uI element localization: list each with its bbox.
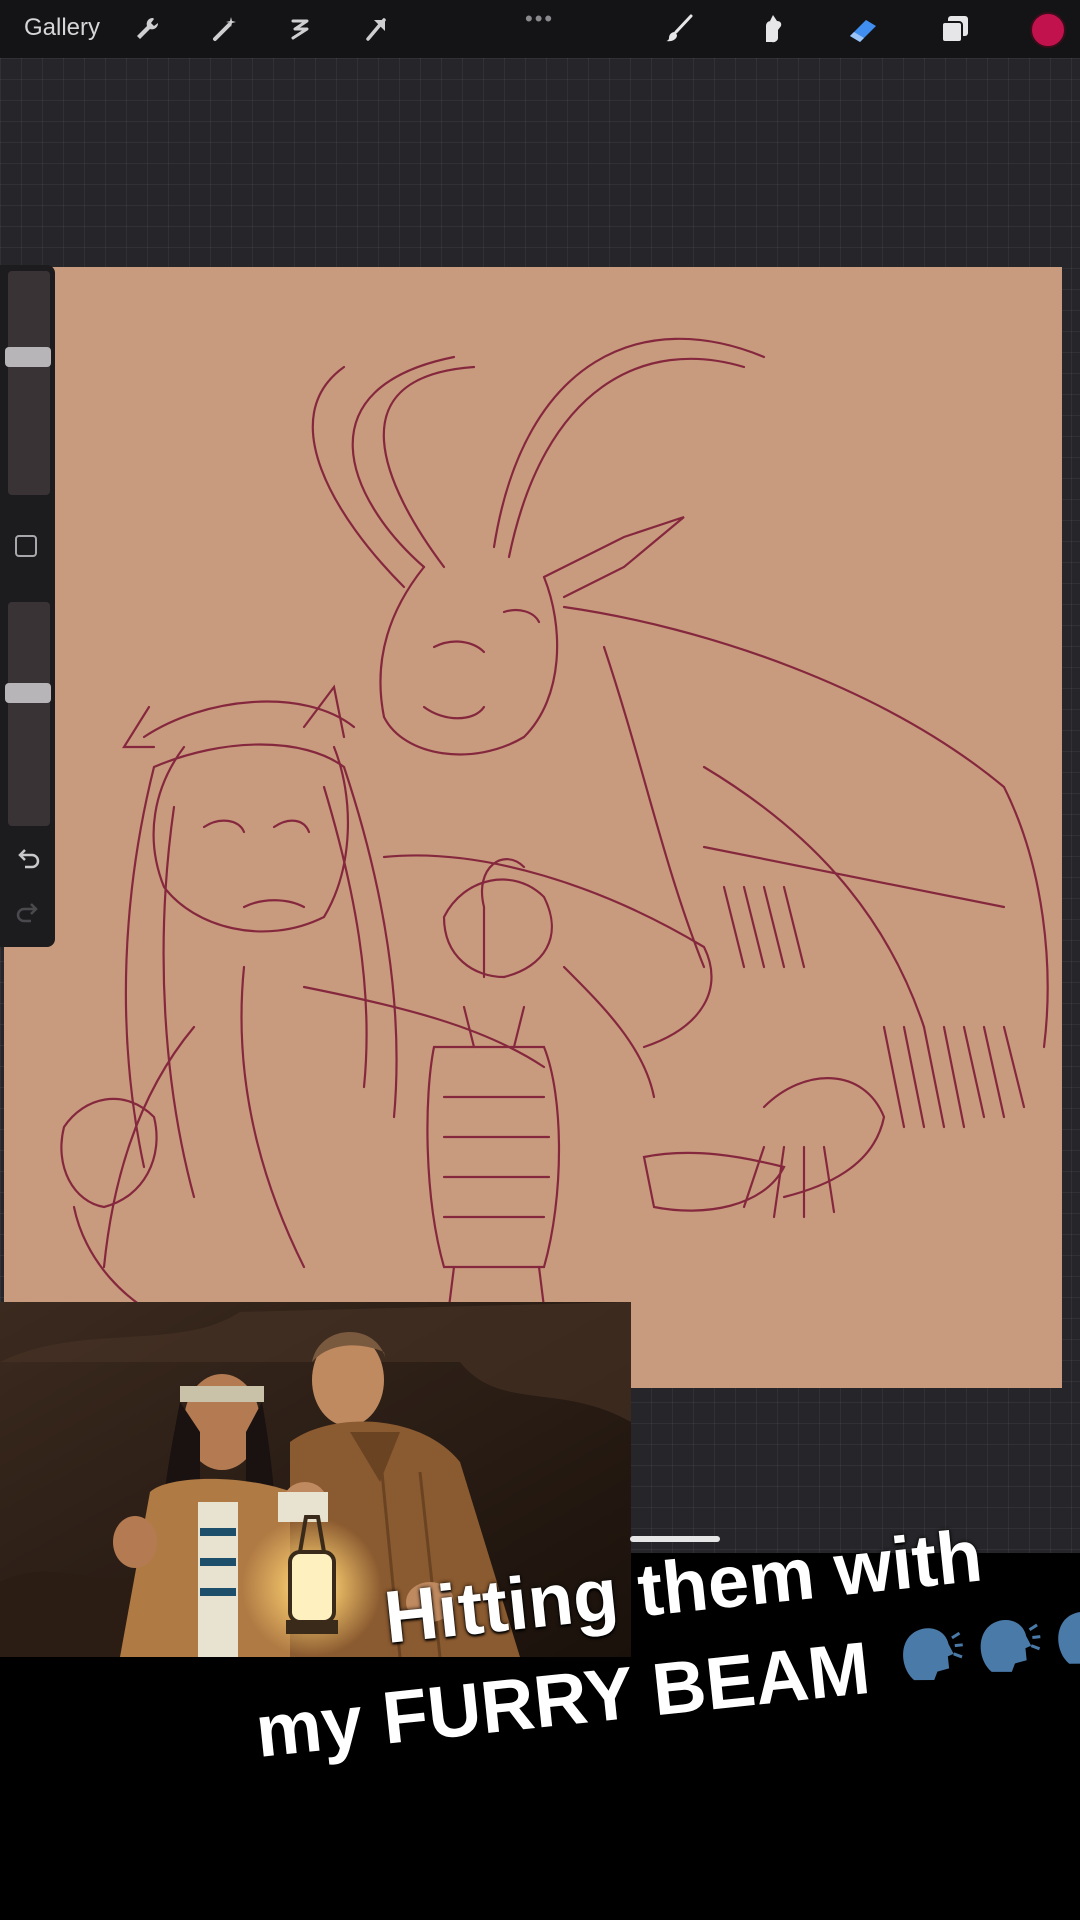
emoji-row [888, 1598, 1080, 1696]
speaking-head-icon [980, 1620, 1041, 1672]
gallery-button[interactable]: Gallery [24, 14, 100, 42]
redo-icon[interactable] [13, 897, 43, 927]
drawing-canvas[interactable] [4, 267, 1062, 1388]
color-picker-button[interactable] [1030, 12, 1066, 48]
left-sidebar [0, 265, 55, 947]
sketch-drawing [60, 337, 1049, 1329]
opacity-handle[interactable] [5, 683, 51, 703]
speaking-head-icon [1058, 1611, 1080, 1664]
transform-arrow-icon[interactable] [359, 12, 393, 46]
layers-icon[interactable] [938, 12, 972, 46]
brush-size-slider[interactable] [8, 271, 50, 495]
eraser-icon[interactable] [846, 12, 880, 46]
undo-icon[interactable] [13, 843, 43, 873]
more-options-icon[interactable]: ••• [525, 6, 554, 32]
brush-size-handle[interactable] [5, 347, 51, 367]
smudge-icon[interactable] [754, 12, 788, 46]
brush-icon[interactable] [662, 12, 696, 46]
top-toolbar: Gallery ••• [0, 0, 1080, 58]
opacity-slider[interactable] [8, 602, 50, 826]
selection-icon[interactable] [283, 12, 317, 46]
magic-wand-icon[interactable] [207, 12, 241, 46]
wrench-icon[interactable] [131, 12, 165, 46]
speaking-head-icon [903, 1628, 963, 1681]
modify-square-icon[interactable] [15, 535, 37, 557]
caption-line-2: my FURRY BEAM [251, 1625, 874, 1773]
